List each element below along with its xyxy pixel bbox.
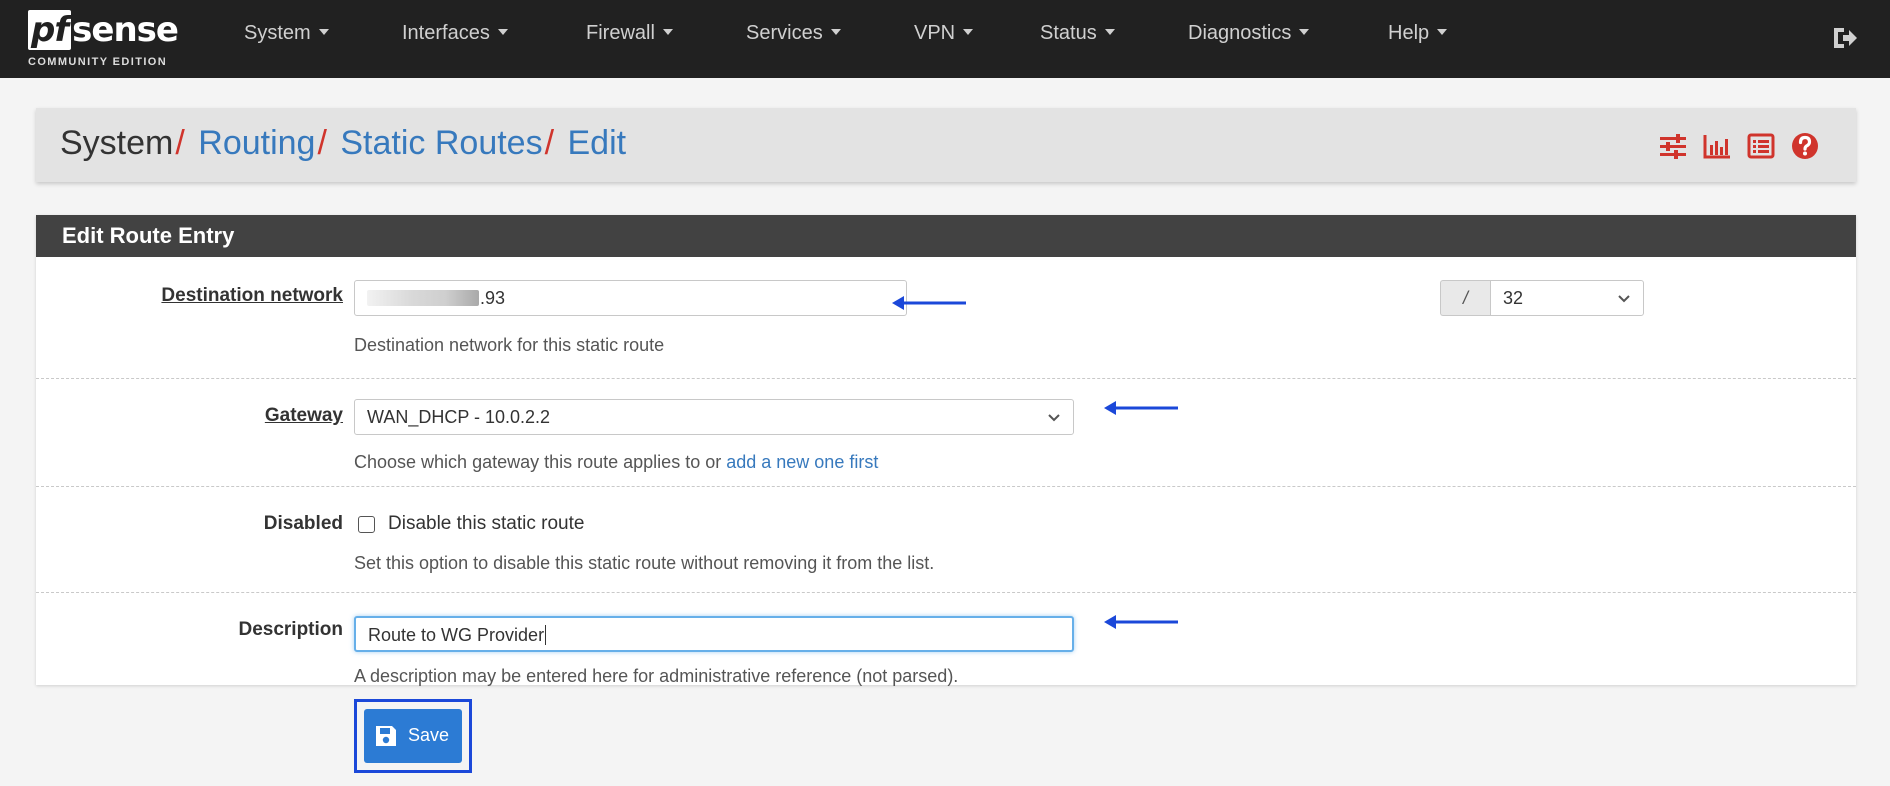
breadcrumb: System/ Routing/ Static Routes/ Edit	[36, 108, 1856, 182]
gateway-help: Choose which gateway this route applies …	[354, 452, 879, 472]
pfsense-logo[interactable]: pf sense COMMUNITY EDITION	[28, 6, 200, 72]
destination-help: Destination network for this static rout…	[354, 335, 665, 355]
description-label: Description	[238, 619, 343, 640]
add-gateway-link[interactable]: add a new one first	[726, 452, 878, 472]
description-row: Description Route to WG Provider A descr…	[36, 593, 1856, 686]
nav-menu-diagnostics[interactable]: Diagnostics	[1188, 22, 1310, 45]
breadcrumb-static-routes[interactable]: Static Routes	[340, 124, 542, 162]
save-button[interactable]: Save	[364, 709, 462, 763]
gateway-select[interactable]: WAN_DHCP - 10.0.2.2	[354, 399, 1074, 435]
help-icon[interactable]	[1790, 131, 1820, 161]
nav-menu-system[interactable]: System	[244, 22, 329, 45]
disable-route-checkbox[interactable]	[358, 516, 375, 533]
chevron-down-icon	[1048, 414, 1060, 422]
annotation-arrow	[892, 296, 966, 310]
nav-menu-vpn[interactable]: VPN	[914, 22, 974, 45]
edit-route-panel: Edit Route Entry Destination network .93…	[36, 215, 1856, 686]
chevron-down-icon	[1618, 295, 1630, 303]
annotation-arrow	[1104, 401, 1178, 415]
breadcrumb-routing[interactable]: Routing	[198, 124, 315, 162]
sign-out-icon[interactable]	[1830, 24, 1860, 52]
breadcrumb-separator: /	[175, 124, 185, 162]
disable-route-checkbox-label[interactable]: Disable this static route	[388, 513, 584, 535]
destination-input[interactable]: .93	[354, 280, 907, 316]
description-input[interactable]: Route to WG Provider	[354, 616, 1074, 652]
annotation-arrow	[1104, 615, 1178, 629]
nav-menu-help[interactable]: Help	[1388, 22, 1448, 45]
save-highlight-frame: Save	[354, 699, 472, 773]
breadcrumb-system: System	[60, 124, 174, 162]
cidr-select[interactable]: 32	[1490, 280, 1644, 316]
breadcrumb-separator: /	[317, 124, 327, 162]
disabled-help: Set this option to disable this static r…	[354, 553, 935, 573]
save-button-label: Save	[408, 725, 450, 745]
logo-sense-text: sense	[72, 10, 179, 50]
nav-menu-services[interactable]: Services	[746, 22, 841, 45]
gateway-row: Gateway WAN_DHCP - 10.0.2.2 Choose which…	[36, 379, 1856, 487]
nav-menu-status[interactable]: Status	[1040, 22, 1115, 45]
description-help: A description may be entered here for ad…	[354, 666, 959, 686]
gateway-label: Gateway	[264, 405, 343, 426]
destination-label: Destination network	[161, 285, 343, 306]
top-navbar: pf sense COMMUNITY EDITION System Interfa…	[0, 0, 1890, 78]
destination-row: Destination network .93 Destination netw…	[36, 257, 1856, 379]
sliders-icon[interactable]	[1658, 131, 1688, 161]
breadcrumb-edit[interactable]: Edit	[568, 124, 627, 162]
list-icon[interactable]	[1746, 131, 1776, 161]
disabled-row: Disabled Disable this static route Set t…	[36, 487, 1856, 593]
redacted-address	[367, 290, 479, 306]
bar-chart-icon[interactable]	[1702, 131, 1732, 161]
logo-pf-mark: pf	[28, 10, 72, 50]
nav-menu-firewall[interactable]: Firewall	[586, 22, 673, 45]
nav-menu-interfaces[interactable]: Interfaces	[402, 22, 508, 45]
cidr-addon: /	[1440, 280, 1490, 316]
panel-title: Edit Route Entry	[36, 215, 1856, 257]
breadcrumb-separator: /	[544, 124, 555, 162]
logo-edition: COMMUNITY EDITION	[28, 56, 168, 68]
save-icon	[376, 726, 396, 746]
disabled-label: Disabled	[263, 513, 343, 534]
